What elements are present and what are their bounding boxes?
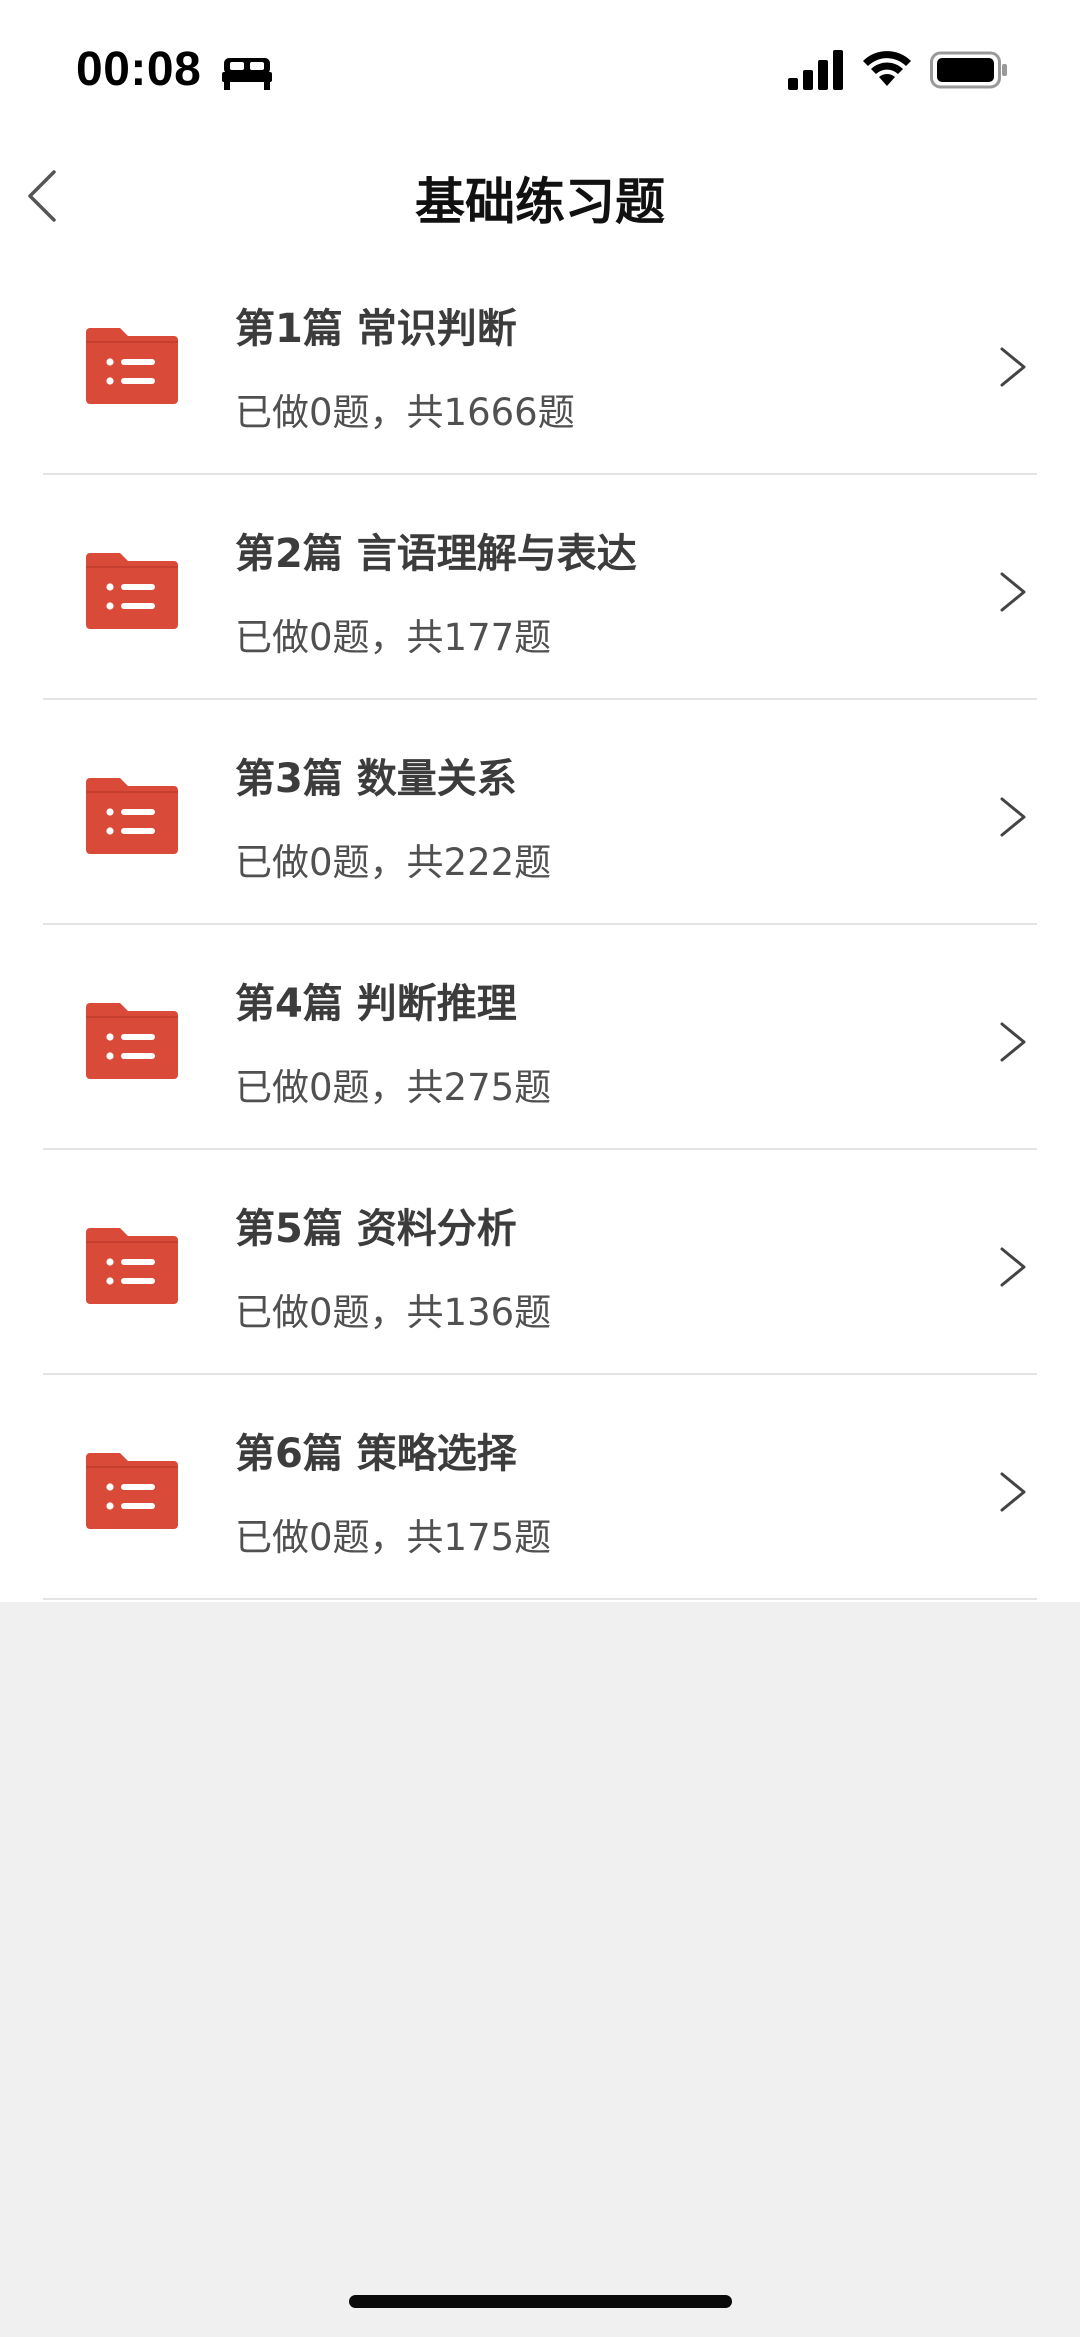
list-item[interactable]: 第6篇 策略选择 已做0题，共175题 <box>0 1375 1080 1600</box>
chevron-right-icon <box>1000 572 1026 612</box>
status-time: 00:08 <box>76 43 202 96</box>
section-progress: 已做0题，共136题 <box>235 1291 552 1334</box>
content-area: 00:08 基础练习题 第1篇 常识判断 已做0题，共1666题 第2篇 言语理… <box>0 0 1080 1602</box>
chevron-right-icon <box>1000 347 1026 387</box>
folder-list-icon <box>86 553 178 629</box>
bed-icon <box>222 58 272 90</box>
section-title: 第5篇 资料分析 <box>235 1206 517 1252</box>
battery-icon <box>930 51 1007 89</box>
chevron-right-icon <box>1000 797 1026 837</box>
status-bar: 00:08 <box>0 0 1080 140</box>
wifi-icon <box>863 51 911 86</box>
chevron-right-icon <box>1000 1022 1026 1062</box>
folder-list-icon <box>86 1228 178 1304</box>
list-item[interactable]: 第5篇 资料分析 已做0题，共136题 <box>0 1150 1080 1375</box>
section-title: 第1篇 常识判断 <box>235 306 517 352</box>
chevron-right-icon <box>1000 1247 1026 1287</box>
folder-list-icon <box>86 1453 178 1529</box>
folder-list-icon <box>86 1003 178 1079</box>
chevron-right-icon <box>1000 1472 1026 1512</box>
section-progress: 已做0题，共1666题 <box>235 391 575 434</box>
section-progress: 已做0题，共222题 <box>235 841 552 884</box>
folder-list-icon <box>86 328 178 404</box>
section-list: 第1篇 常识判断 已做0题，共1666题 第2篇 言语理解与表达 已做0题，共1… <box>0 250 1080 1600</box>
list-item[interactable]: 第3篇 数量关系 已做0题，共222题 <box>0 700 1080 925</box>
home-indicator[interactable] <box>349 2295 732 2308</box>
section-progress: 已做0题，共175题 <box>235 1516 552 1559</box>
signal-icon <box>788 50 843 90</box>
list-item[interactable]: 第1篇 常识判断 已做0题，共1666题 <box>0 250 1080 475</box>
section-progress: 已做0题，共177题 <box>235 616 552 659</box>
section-title: 第3篇 数量关系 <box>235 756 517 802</box>
list-item[interactable]: 第2篇 言语理解与表达 已做0题，共177题 <box>0 475 1080 700</box>
section-progress: 已做0题，共275题 <box>235 1066 552 1109</box>
section-title: 第6篇 策略选择 <box>235 1431 517 1477</box>
section-title: 第2篇 言语理解与表达 <box>235 531 637 577</box>
list-item[interactable]: 第4篇 判断推理 已做0题，共275题 <box>0 925 1080 1150</box>
screen: 00:08 基础练习题 第1篇 常识判断 已做0题，共1666题 第2篇 言语理… <box>0 0 1080 2337</box>
folder-list-icon <box>86 778 178 854</box>
divider <box>43 1598 1037 1600</box>
page-title: 基础练习题 <box>415 173 665 231</box>
section-title: 第4篇 判断推理 <box>235 981 517 1027</box>
nav-bar: 基础练习题 <box>0 140 1080 250</box>
